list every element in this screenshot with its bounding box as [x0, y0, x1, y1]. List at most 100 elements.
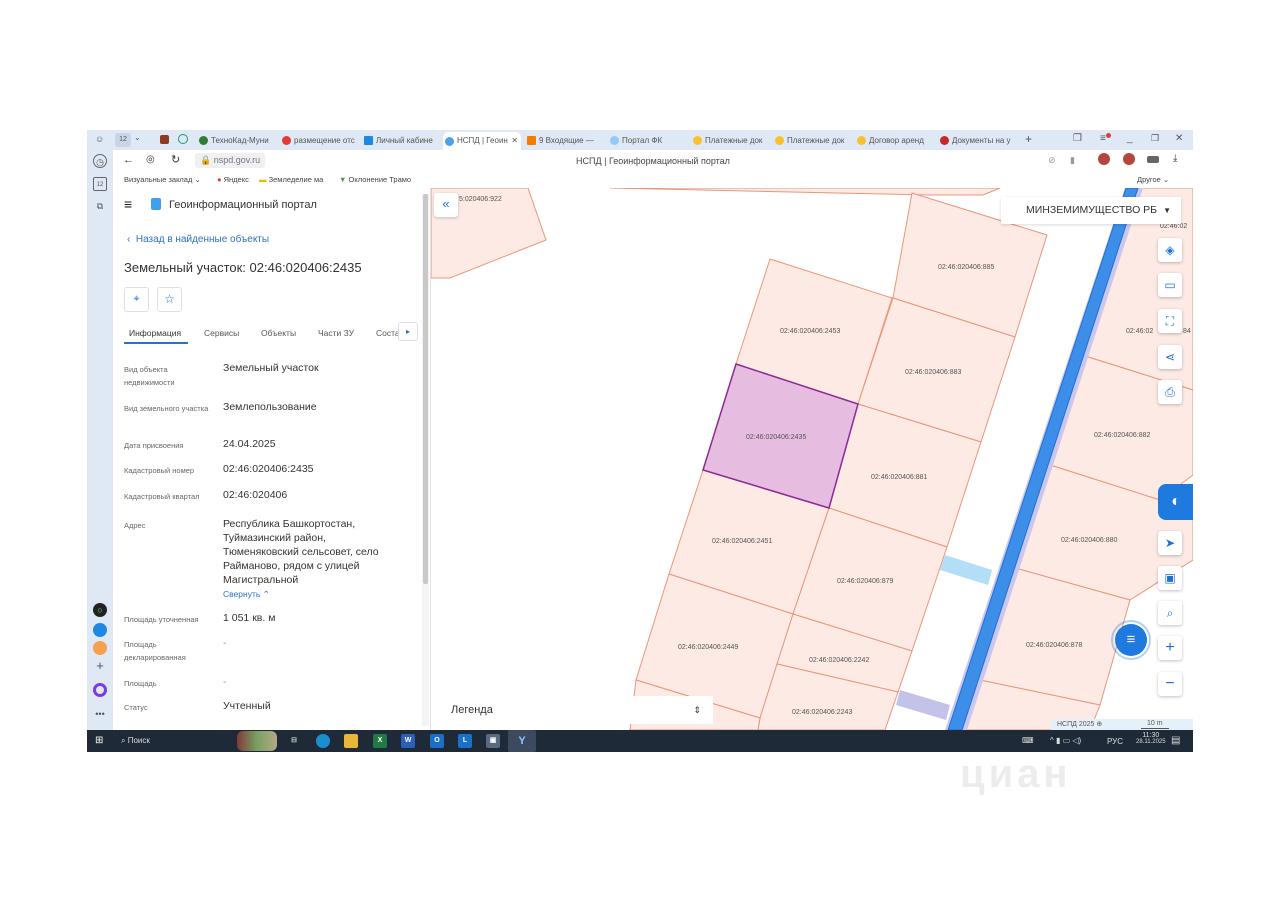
parcel-label: 02:46:020406:2451 — [712, 538, 772, 545]
field-value: - — [223, 637, 227, 649]
app-icon[interactable] — [93, 623, 107, 637]
mail-icon[interactable] — [93, 641, 107, 655]
keyboard-icon[interactable]: ⌨ — [1022, 736, 1034, 745]
taskbar-search[interactable]: ⌕ Поиск — [121, 736, 150, 746]
locate-object-button[interactable]: ⌖ — [124, 287, 149, 312]
minimap-icon[interactable]: ▣ — [1158, 566, 1182, 590]
tab-info[interactable]: Информация — [129, 328, 181, 338]
tray-icons[interactable]: ^ ▮ ▭ ◁) — [1050, 736, 1081, 745]
browser-tab[interactable]: Платежные док — [691, 133, 767, 148]
outlook-icon[interactable]: O — [430, 734, 444, 748]
clock[interactable]: 11:30 28.11.2025 — [1136, 732, 1166, 745]
extension-icon[interactable] — [1098, 153, 1110, 165]
browser-tab[interactable]: Платежные док — [773, 133, 849, 148]
search-highlight-image — [237, 731, 277, 751]
print-icon[interactable]: ⎙ — [1158, 380, 1182, 404]
tab-parts[interactable]: Части ЗУ — [318, 328, 354, 338]
yandex-browser-icon[interactable]: Y — [508, 730, 536, 752]
chevron-down-icon[interactable]: ⌄ — [134, 133, 141, 142]
portal-title: Геоинформационный портал — [169, 199, 317, 211]
add-icon[interactable]: + — [93, 659, 107, 673]
more-icon[interactable]: ••• — [93, 707, 107, 721]
collections-icon[interactable]: ❐ — [1073, 133, 1082, 144]
tabs-scroll-right-button[interactable]: ▸ — [398, 322, 418, 341]
new-tab-icon[interactable]: + — [1025, 132, 1032, 146]
tab-objects[interactable]: Объекты — [261, 328, 296, 338]
bookmark-item[interactable]: Визуальные заклад ⌄ — [124, 175, 201, 184]
browser-tab[interactable]: ТехноКад-Муни — [197, 133, 273, 148]
cadastral-map[interactable]: 5:020406:922 02:46:020406:2453 02:46:020… — [431, 188, 1193, 730]
parcel-label: 02:46:020406:883 — [905, 369, 962, 376]
browser-tab-active[interactable]: НСПД | Геоин ✕ — [443, 132, 521, 150]
browser-tab[interactable]: Документы на у — [938, 133, 1014, 148]
browser-tab[interactable]: 9 Входящие — — [525, 133, 601, 148]
scrollbar-thumb[interactable] — [423, 194, 428, 584]
zoom-in-button[interactable]: + — [1158, 636, 1182, 660]
app-icon[interactable] — [160, 135, 169, 144]
bookmark-item[interactable]: ● Яндекс — [217, 175, 249, 184]
history-icon[interactable]: ◷ — [93, 154, 107, 168]
browser-tab[interactable]: Договор аренд — [855, 133, 931, 148]
calendar-icon[interactable]: 12 — [93, 177, 107, 191]
close-tab-icon[interactable]: ✕ — [511, 132, 518, 150]
parcel-label: 02:46:02 — [1160, 223, 1187, 230]
hamburger-menu-icon[interactable]: ≡ — [124, 196, 132, 212]
bookmark-item[interactable]: ▼ Оклонение Трамо — [339, 175, 411, 184]
bookmark-item[interactable]: ▬ Земледелие ма — [259, 175, 323, 184]
bookmark-icon[interactable]: ▮ — [1070, 155, 1075, 166]
zoom-out-button[interactable]: − — [1158, 672, 1182, 696]
area-select-icon[interactable]: ⛶ — [1158, 309, 1182, 333]
layer-select-dropdown[interactable]: МИНЗЕМИМУЩЕСТВО РБ ▼ — [1001, 197, 1181, 224]
translate-icon[interactable]: ⊘ — [1048, 155, 1056, 166]
word-icon[interactable]: W — [401, 734, 415, 748]
tab-services[interactable]: Сервисы — [204, 328, 239, 338]
alice-icon[interactable] — [93, 683, 107, 697]
explorer-icon[interactable] — [344, 734, 358, 748]
share-icon[interactable]: ⋖ — [1158, 345, 1182, 369]
task-view-icon[interactable]: ⊟ — [287, 734, 301, 748]
browser-tab[interactable]: Личный кабине — [362, 133, 438, 148]
ruler-icon[interactable]: ▭ — [1158, 273, 1182, 297]
tab-label: НСПД | Геоин — [457, 136, 508, 145]
legend-dropdown[interactable]: Легенда ⇕ — [439, 696, 713, 724]
map-view[interactable]: 5:020406:922 02:46:020406:2453 02:46:020… — [431, 188, 1193, 730]
notifications-icon[interactable]: ▤ — [1171, 735, 1180, 746]
app-icon[interactable]: ○ — [93, 603, 107, 617]
tab-label: Личный кабине — [376, 136, 433, 145]
excel-icon[interactable]: X — [373, 734, 387, 748]
assistant-icon[interactable]: ◐ — [1158, 484, 1193, 520]
navigate-icon[interactable]: ➤ — [1158, 531, 1182, 555]
extension-icon[interactable] — [1123, 153, 1135, 165]
collapse-link[interactable]: Свернуть ⌃ — [223, 589, 270, 600]
favorite-star-button[interactable]: ☆ — [157, 287, 182, 312]
search-location-icon[interactable]: ⌕ — [1158, 601, 1182, 625]
language-indicator[interactable]: РУС — [1107, 737, 1123, 746]
close-window-icon[interactable]: ✕ — [1175, 133, 1183, 144]
browser-logo-icon: ☺ — [95, 134, 105, 144]
app-icon[interactable]: L — [458, 734, 472, 748]
menu-icon[interactable]: ≡ — [1100, 133, 1111, 144]
tab-label: Документы на у — [952, 136, 1011, 145]
browser-tab[interactable]: Портал ФК — [608, 133, 684, 148]
back-link[interactable]: ‹ Назад в найденные объекты — [127, 234, 269, 245]
chat-button[interactable]: ≡ — [1115, 624, 1147, 656]
edge-icon[interactable] — [316, 734, 330, 748]
tab-counter[interactable]: 12 — [115, 133, 131, 147]
app-icon[interactable] — [178, 134, 188, 144]
restore-icon[interactable]: ❐ — [1151, 133, 1159, 144]
windows-start-icon[interactable]: ⊞ — [95, 735, 103, 746]
layers-icon[interactable]: ◈ — [1158, 238, 1182, 262]
extension-icon[interactable] — [1147, 156, 1159, 163]
screenshot-icon[interactable]: ⧉ — [93, 199, 107, 213]
collapse-panel-button[interactable]: « — [434, 193, 458, 217]
bookmarks-other[interactable]: Другое ⌄ — [1137, 175, 1169, 184]
field-value: 02:46:020406 — [223, 489, 288, 501]
app-icon[interactable]: ▣ — [486, 734, 500, 748]
path-light-blue — [940, 555, 992, 585]
browser-tab[interactable]: размещение отс — [280, 133, 356, 148]
panel-scrollbar[interactable] — [422, 194, 429, 726]
download-icon[interactable]: ⤓ — [1173, 153, 1177, 164]
field-label: Дата присвоения — [124, 441, 184, 450]
minimize-icon[interactable]: _ — [1127, 133, 1133, 144]
map-attribution: НСПД 2025 ⊕ 10 m — [1051, 719, 1193, 730]
